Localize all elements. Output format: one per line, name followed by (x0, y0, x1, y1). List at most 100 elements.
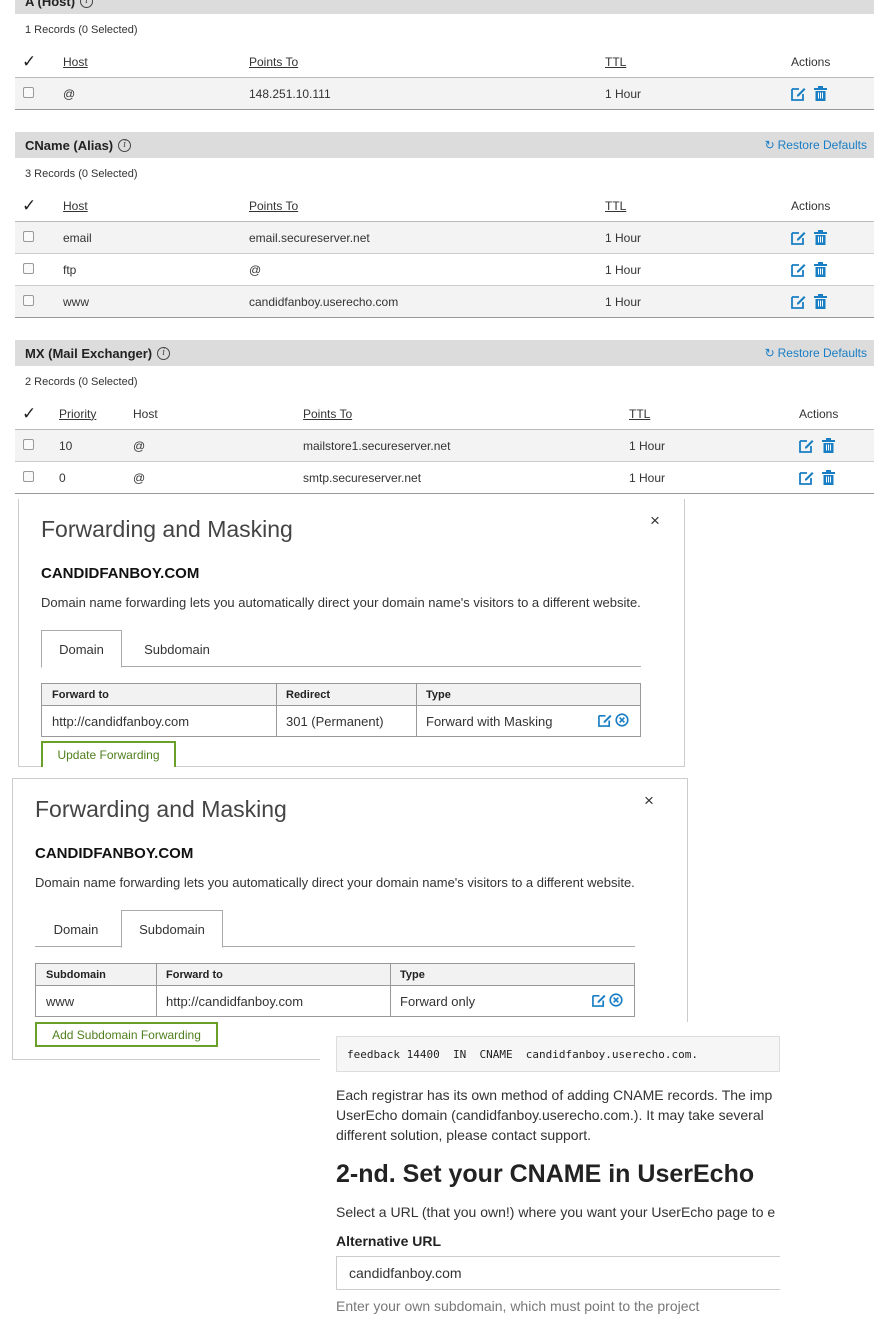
trash-icon[interactable] (822, 438, 835, 453)
edit-icon[interactable] (592, 993, 606, 1007)
table-row: email email.secureserver.net 1 Hour (15, 222, 874, 254)
points-to-column-header[interactable]: Points To (303, 407, 352, 421)
alternative-url-input[interactable]: candidfanboy.com (336, 1256, 780, 1290)
panel-title: Forwarding and Masking (41, 516, 293, 542)
panel-description: Domain name forwarding lets you automati… (35, 875, 635, 890)
redirect-header: Redirect (286, 689, 331, 701)
host-cell: www (63, 294, 89, 309)
select-all-check-icon[interactable]: ✓ (22, 52, 36, 72)
ttl-column-header[interactable]: TTL (629, 407, 650, 421)
priority-column-header[interactable]: Priority (59, 407, 96, 421)
table-row: 10 @ mailstore1.secureserver.net 1 Hour (15, 430, 874, 462)
instructions-paragraph: Each registrar has its own method of add… (336, 1085, 796, 1145)
points-to-cell: mailstore1.secureserver.net (303, 438, 451, 453)
info-icon[interactable]: i (118, 138, 132, 152)
section-header: CName (Alias) i ↻ Restore Defaults (15, 132, 874, 158)
a-host-section: A (Host) i 1 Records (0 Selected) ✓ Host… (15, 0, 874, 110)
domain-name: CANDIDFANBOY.COM (41, 565, 200, 582)
paragraph-line: Each registrar has its own method of add… (336, 1087, 773, 1103)
forward-to-header: Forward to (166, 969, 223, 981)
edit-icon[interactable] (791, 86, 806, 101)
forwarding-panel-domain: Forwarding and Masking × CANDIDFANBOY.CO… (18, 499, 685, 767)
trash-icon[interactable] (814, 294, 827, 309)
ttl-column-header[interactable]: TTL (605, 199, 626, 213)
edit-icon[interactable] (799, 438, 814, 453)
ttl-cell: 1 Hour (605, 230, 642, 245)
update-forwarding-button[interactable]: Update Forwarding (41, 741, 176, 767)
paragraph-line: different solution, please contact suppo… (336, 1127, 592, 1143)
select-all-check-icon[interactable]: ✓ (22, 196, 36, 216)
ttl-cell: 1 Hour (605, 86, 642, 101)
select-all-check-icon[interactable]: ✓ (22, 404, 36, 424)
record-count: 2 Records (0 Selected) (25, 376, 138, 388)
row-checkbox[interactable] (23, 231, 34, 242)
tab-domain[interactable]: Domain (41, 630, 122, 668)
row-checkbox[interactable] (23, 87, 34, 98)
edit-icon[interactable] (791, 294, 806, 309)
alternative-url-label: Alternative URL (336, 1233, 442, 1249)
type-header: Type (400, 969, 425, 981)
table-row: 0 @ smtp.secureserver.net 1 Hour (15, 462, 874, 494)
table-row: @ 148.251.10.111 1 Hour (15, 78, 874, 110)
host-column-header[interactable]: Host (133, 407, 158, 421)
ttl-cell: 1 Hour (605, 294, 642, 309)
restore-label: Restore Defaults (777, 346, 867, 360)
subdomain-forwarding-table: Subdomain Forward to Type www http://can… (35, 963, 635, 1017)
tab-subdomain[interactable]: Subdomain (131, 630, 223, 668)
actions-column-header: Actions (799, 406, 839, 421)
restore-defaults-link[interactable]: ↻ Restore Defaults (765, 346, 867, 360)
close-icon[interactable]: × (644, 791, 654, 811)
host-cell: ftp (63, 262, 77, 277)
edit-icon[interactable] (791, 262, 806, 277)
host-column-header[interactable]: Host (63, 199, 88, 213)
paragraph-line: UserEcho domain (candidfanboy.userecho.c… (336, 1107, 764, 1123)
cname-code-block: feedback 14400 IN CNAME candidfanboy.use… (336, 1036, 780, 1072)
panel-title: Forwarding and Masking (35, 796, 287, 822)
circle-x-icon[interactable] (609, 993, 623, 1007)
row-checkbox[interactable] (23, 263, 34, 274)
table-row: www candidfanboy.userecho.com 1 Hour (15, 286, 874, 318)
tab-domain[interactable]: Domain (35, 910, 117, 948)
redirect-cell: 301 (Permanent) (286, 714, 384, 729)
edit-icon[interactable] (598, 713, 612, 727)
add-subdomain-forwarding-button[interactable]: Add Subdomain Forwarding (35, 1022, 218, 1047)
row-checkbox[interactable] (23, 439, 34, 450)
section-title: CName (Alias) (25, 137, 114, 153)
ttl-column-header[interactable]: TTL (605, 55, 626, 69)
trash-icon[interactable] (814, 262, 827, 277)
type-cell: Forward only (400, 994, 476, 1009)
info-icon[interactable]: i (157, 346, 171, 360)
record-count: 1 Records (0 Selected) (25, 24, 138, 36)
close-icon[interactable]: × (650, 511, 660, 531)
type-cell: Forward with Masking (426, 714, 553, 729)
tab-subdomain[interactable]: Subdomain (121, 910, 223, 948)
alternative-url-help: Enter your own subdomain, which must poi… (336, 1298, 700, 1314)
row-checkbox[interactable] (23, 471, 34, 482)
section-heading: 2-nd. Set your CNAME in UserEcho (336, 1160, 755, 1188)
restore-defaults-link[interactable]: ↻ Restore Defaults (765, 138, 867, 152)
trash-icon[interactable] (822, 470, 835, 485)
points-to-column-header[interactable]: Points To (249, 199, 298, 213)
tab-bar: Domain Subdomain (41, 630, 641, 668)
trash-icon[interactable] (814, 230, 827, 245)
points-to-column-header[interactable]: Points To (249, 55, 298, 69)
section-title: MX (Mail Exchanger) (25, 345, 153, 361)
points-to-cell: candidfanboy.userecho.com (249, 294, 399, 309)
points-to-cell: @ (249, 262, 262, 277)
row-checkbox[interactable] (23, 295, 34, 306)
trash-icon[interactable] (814, 86, 827, 101)
edit-icon[interactable] (791, 230, 806, 245)
circle-x-icon[interactable] (615, 713, 629, 727)
table-header-row: ✓ Priority Host Points To TTL Actions (15, 398, 874, 430)
points-to-cell: smtp.secureserver.net (303, 470, 422, 485)
section-header: A (Host) i (15, 0, 874, 14)
points-to-cell: 148.251.10.111 (249, 86, 331, 101)
edit-icon[interactable] (799, 470, 814, 485)
priority-cell: 0 (59, 470, 66, 485)
userecho-instructions: feedback 14400 IN CNAME candidfanboy.use… (320, 1022, 780, 1326)
info-icon[interactable]: i (80, 0, 94, 8)
section-title: A (Host) (25, 0, 76, 9)
subdomain-header: Subdomain (46, 969, 106, 981)
host-column-header[interactable]: Host (63, 55, 88, 69)
ttl-cell: 1 Hour (629, 470, 666, 485)
